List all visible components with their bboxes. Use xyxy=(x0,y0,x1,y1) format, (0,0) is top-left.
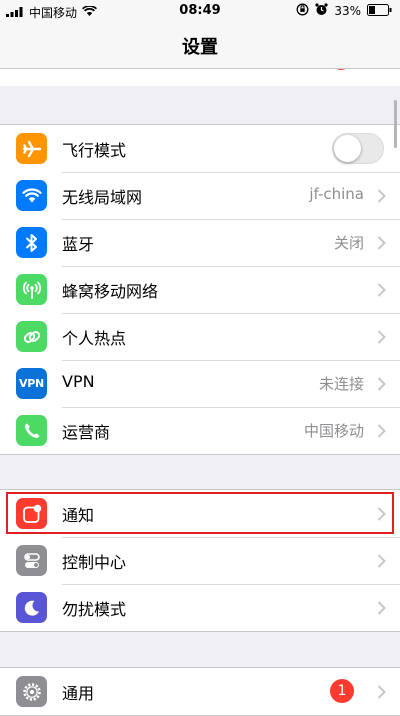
update-badge: 1 xyxy=(330,679,354,703)
hotspot-link-icon xyxy=(16,321,47,352)
toggle-knob xyxy=(334,135,361,162)
phone-icon xyxy=(16,415,47,446)
vpn-icon-text: VPN xyxy=(19,377,44,390)
chevron-right-icon xyxy=(377,188,386,207)
carrier-label: 运营商 xyxy=(62,423,111,442)
settings-row-cellular[interactable]: 蜂窝移动网络 xyxy=(0,266,400,313)
page-title: 设置 xyxy=(182,37,218,58)
wifi-label: 无线局域网 xyxy=(62,188,143,207)
settings-row-notifications[interactable]: 通知 xyxy=(0,490,400,537)
control-center-icon xyxy=(16,545,47,576)
wifi-icon xyxy=(16,180,47,211)
dnd-label: 勿扰模式 xyxy=(62,600,127,619)
orientation-lock-icon xyxy=(296,3,309,19)
moon-icon xyxy=(16,592,47,623)
control-center-label: 控制中心 xyxy=(62,553,127,572)
settings-row-vpn[interactable]: VPN VPN 未连接 xyxy=(0,360,400,407)
hotspot-label: 个人热点 xyxy=(62,329,127,348)
chevron-right-icon xyxy=(377,376,386,395)
battery-icon xyxy=(367,3,392,19)
settings-row-hotspot[interactable]: 个人热点 xyxy=(0,313,400,360)
cellular-label: 蜂窝移动网络 xyxy=(62,282,159,301)
airplane-mode-toggle[interactable] xyxy=(332,133,384,164)
battery-percent: 33% xyxy=(334,4,361,18)
bluetooth-label: 蓝牙 xyxy=(62,235,95,254)
status-bar: 中国移动 08:49 33% xyxy=(0,0,400,24)
chevron-right-icon xyxy=(377,600,386,619)
system-group: 通知 控制中心 勿扰模式 xyxy=(0,489,400,632)
chevron-right-icon xyxy=(377,506,386,525)
notifications-label: 通知 xyxy=(62,506,95,525)
carrier-value: 中国移动 xyxy=(303,422,364,440)
settings-row-general[interactable]: 通用 1 xyxy=(0,668,400,715)
cellular-antenna-icon xyxy=(16,274,47,305)
settings-row-airplane-mode[interactable]: 飞行模式 xyxy=(0,125,400,172)
notifications-icon xyxy=(16,498,47,529)
chevron-right-icon xyxy=(377,329,386,348)
vpn-value: 未连接 xyxy=(318,375,364,393)
settings-row-wifi[interactable]: 无线局域网 jf-china xyxy=(0,172,400,219)
wifi-value: jf-china xyxy=(309,185,364,203)
connectivity-group: 飞行模式 无线局域网 jf-china 蓝牙 关闭 蜂窝移动网络 个人热点 VP… xyxy=(0,124,400,455)
bluetooth-icon xyxy=(16,227,47,258)
alarm-icon xyxy=(315,3,328,19)
settings-row-carrier[interactable]: 运营商 中国移动 xyxy=(0,407,400,454)
airplane-icon xyxy=(16,133,47,164)
vpn-label: VPN xyxy=(62,372,95,391)
chevron-right-icon xyxy=(377,553,386,572)
bluetooth-value: 关闭 xyxy=(333,234,364,252)
gear-icon xyxy=(16,676,47,707)
settings-row-do-not-disturb[interactable]: 勿扰模式 xyxy=(0,584,400,631)
general-label: 通用 xyxy=(62,684,95,703)
navigation-bar: 设置 xyxy=(0,24,400,69)
chevron-right-icon xyxy=(377,423,386,442)
general-group: 通用 1 xyxy=(0,667,400,716)
chevron-right-icon xyxy=(377,282,386,301)
settings-row-bluetooth[interactable]: 蓝牙 关闭 xyxy=(0,219,400,266)
airplane-mode-label: 飞行模式 xyxy=(62,141,127,160)
vpn-icon: VPN xyxy=(16,368,47,399)
settings-row-control-center[interactable]: 控制中心 xyxy=(0,537,400,584)
chevron-right-icon xyxy=(377,235,386,254)
scroll-indicator[interactable] xyxy=(394,100,397,148)
chevron-right-icon xyxy=(377,684,386,703)
